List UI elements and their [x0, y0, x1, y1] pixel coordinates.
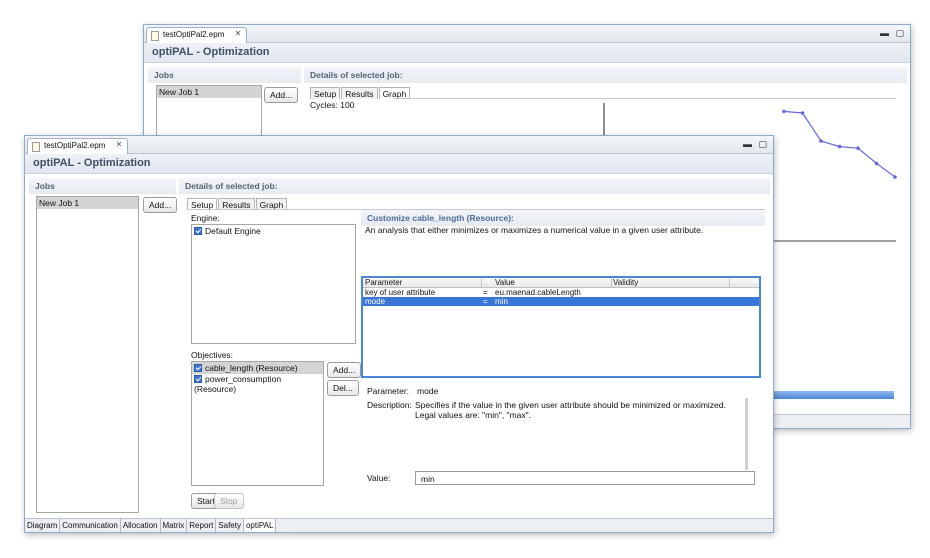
back-progress-bar [774, 391, 894, 399]
description-scrollbar[interactable] [745, 398, 748, 470]
table-header-row: Parameter Value Validity [363, 278, 759, 288]
checkbox-checked-icon[interactable] [194, 364, 202, 372]
graph-point [893, 175, 897, 179]
row-value: eu.maenad.cableLength [495, 288, 581, 297]
graph-point [874, 161, 879, 166]
graph-point [782, 109, 786, 114]
value-label: Value: [367, 473, 391, 483]
description-value: Specifies if the value in the given user… [415, 400, 726, 420]
row-eq: = [483, 288, 488, 297]
tab-matrix[interactable]: Matrix [161, 519, 188, 532]
objective-item[interactable]: cable_length (Resource) [192, 362, 323, 374]
checkbox-checked-icon[interactable] [194, 375, 202, 383]
table-row[interactable]: key of user attribute = eu.maenad.cableL… [363, 288, 759, 297]
customize-header: Customize cable_length (Resource): [361, 210, 765, 226]
objectives-label: Objectives: [191, 350, 234, 360]
parameter-table[interactable]: Parameter Value Validity key of user att… [361, 276, 761, 378]
engine-item[interactable]: Default Engine [194, 226, 353, 236]
customize-description: An analysis that either minimizes or max… [365, 225, 704, 235]
front-add-job-button[interactable]: Add... [143, 197, 178, 213]
graph-point [837, 144, 842, 149]
parameter-value: mode [417, 386, 439, 396]
front-editor-tab[interactable]: testOptiPal2.epm ✕ [27, 138, 129, 154]
engine-label: Engine: [191, 213, 220, 223]
graph-point [856, 146, 860, 150]
tab-communication[interactable]: Communication [60, 519, 121, 532]
objective-item-label: cable_length (Resource) [205, 363, 298, 373]
col-parameter-header[interactable]: Parameter [365, 278, 402, 287]
row-eq: = [483, 297, 488, 306]
front-job-item[interactable]: New Job 1 [37, 197, 138, 209]
graph-point [819, 139, 823, 143]
engine-list[interactable]: Default Engine [191, 224, 356, 344]
graph-point [800, 111, 805, 115]
close-icon[interactable]: ✕ [116, 140, 123, 149]
col-separator [729, 278, 730, 288]
value-input[interactable]: min [415, 471, 755, 485]
front-window-controls[interactable]: ▬ ▢ [743, 139, 769, 150]
objective-del-button[interactable]: Del... [327, 380, 359, 396]
row-param: key of user attribute [365, 288, 436, 297]
file-icon [32, 142, 40, 152]
col-separator [481, 278, 482, 288]
table-row-selected[interactable]: mode = min [363, 297, 759, 306]
objective-add-button[interactable]: Add... [327, 362, 362, 378]
graph-line [783, 110, 896, 178]
description-label: Description: [367, 400, 412, 410]
front-tab-title: testOptiPal2.epm [44, 141, 106, 150]
bottom-tab-bar: Diagram Communication Allocation Matrix … [25, 518, 773, 532]
front-details-header: Details of selected job: [179, 178, 770, 194]
col-value-header[interactable]: Value [495, 278, 515, 287]
parameter-label: Parameter: [367, 386, 410, 396]
tab-report[interactable]: Report [187, 519, 217, 532]
front-tabstrip: testOptiPal2.epm ✕ ▬ ▢ [25, 136, 773, 154]
row-value: min [495, 297, 508, 306]
front-editor-window: testOptiPal2.epm ✕ ▬ ▢ optiPAL - Optimiz… [24, 135, 774, 533]
front-app-title: optiPAL - Optimization [25, 154, 773, 174]
objectives-list[interactable]: cable_length (Resource) power_consumptio… [191, 361, 324, 486]
checkbox-checked-icon[interactable] [194, 227, 202, 235]
tab-safety[interactable]: Safety [216, 519, 244, 532]
objective-item[interactable]: power_consumption (Resource) [192, 374, 323, 394]
col-validity-header[interactable]: Validity [613, 278, 638, 287]
engine-item-label: Default Engine [205, 226, 261, 236]
tab-optipal[interactable]: optiPAL [243, 519, 277, 532]
objective-item-label: power_consumption (Resource) [194, 374, 282, 394]
col-separator [611, 278, 612, 288]
stop-button: Stop [214, 493, 244, 509]
graph-series [782, 109, 897, 179]
tab-diagram[interactable]: Diagram [25, 519, 61, 532]
front-jobs-header: Jobs [29, 178, 176, 194]
tab-allocation[interactable]: Allocation [121, 519, 161, 532]
front-jobs-list[interactable]: New Job 1 [36, 196, 139, 513]
row-param: mode [365, 297, 386, 306]
